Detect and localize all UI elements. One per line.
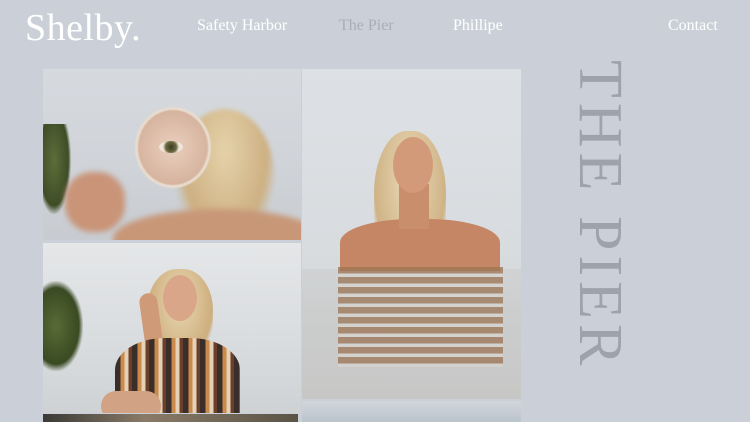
gallery-photo-strip-left[interactable] <box>43 414 298 422</box>
face <box>163 275 197 321</box>
logo[interactable]: Shelby. <box>25 6 141 50</box>
plant <box>43 281 83 371</box>
gallery-photo-seated[interactable] <box>43 243 301 413</box>
face <box>393 137 433 193</box>
nav-item-phillipe[interactable]: Phillipe <box>453 17 503 35</box>
page-title: THE PIER <box>566 59 634 371</box>
gallery-photo-strip-right[interactable] <box>302 401 521 422</box>
nav-item-safety-harbor[interactable]: Safety Harbor <box>197 17 287 35</box>
legs <box>101 391 161 413</box>
gallery-photo-magnifying-glass[interactable] <box>43 69 301 240</box>
gallery-photo-water[interactable] <box>302 69 521 399</box>
nav-item-the-pier[interactable]: The Pier <box>339 17 394 35</box>
eye <box>159 141 183 153</box>
nav-item-contact[interactable]: Contact <box>668 17 718 35</box>
hand <box>65 172 125 232</box>
shoulders <box>113 209 301 240</box>
reflection <box>338 267 503 367</box>
